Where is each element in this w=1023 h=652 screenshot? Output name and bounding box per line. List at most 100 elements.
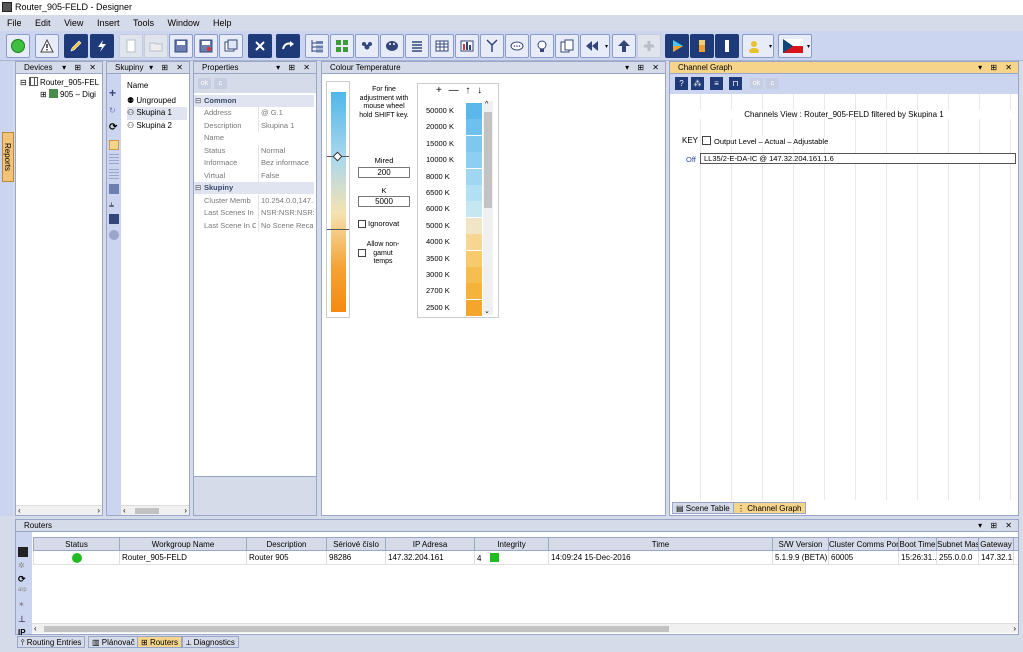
temperature-list-scrollbar[interactable]: ^ ⌄ — [483, 101, 493, 315]
pen-button[interactable] — [715, 34, 739, 58]
col-integrity[interactable]: Integrity — [474, 537, 549, 551]
property-row[interactable]: Last Scenes In NSR:NSR:NSR:NS — [194, 207, 314, 219]
panel-controls[interactable]: ▾ ⊞ ✕ — [62, 62, 99, 74]
temperature-swatch[interactable] — [466, 103, 482, 119]
tab-routing-entries[interactable]: ⫯ Routing Entries — [17, 636, 86, 648]
scroll-down-icon[interactable]: ⌄ — [484, 307, 490, 315]
go-button[interactable] — [6, 34, 30, 58]
temperature-option[interactable]: 2500 K — [426, 303, 450, 312]
monitor-icon[interactable]: ⊥ — [18, 614, 28, 624]
add-button[interactable] — [637, 34, 661, 58]
devices-hscrollbar[interactable]: ‹ › — [16, 505, 102, 515]
language-button[interactable]: ▾ — [778, 34, 812, 58]
settings-icon[interactable]: ✲ — [18, 561, 28, 571]
temperature-swatch[interactable] — [466, 201, 482, 218]
temperature-option[interactable]: 6000 K — [426, 204, 450, 213]
kelvin-input[interactable]: 5000 — [358, 196, 410, 207]
temperature-swatch[interactable] — [466, 267, 482, 283]
user-dropdown-icon[interactable]: ▾ — [769, 43, 772, 50]
menu-window[interactable]: Window — [168, 18, 200, 28]
col-description[interactable]: Description — [246, 537, 327, 551]
list-button[interactable] — [405, 34, 429, 58]
panel-controls[interactable]: ▾ ⊞ ✕ — [978, 520, 1015, 532]
property-row[interactable]: Status Normal — [194, 144, 314, 157]
col-serial[interactable]: Sériové číslo — [326, 537, 386, 551]
property-row[interactable]: Address @ G.1 — [194, 107, 314, 119]
col-boot-time[interactable]: Boot Time — [898, 537, 937, 551]
panel-controls[interactable]: ▾ ⊞ ✕ — [978, 62, 1015, 74]
temperature-option[interactable]: 8000 K — [426, 172, 450, 181]
scene-icon[interactable] — [109, 184, 119, 194]
highlight-icon[interactable] — [109, 140, 119, 150]
col-extra[interactable]: E — [1013, 537, 1018, 551]
group-item-ungrouped[interactable]: ⚉ Ungrouped — [127, 95, 187, 108]
edit-button[interactable] — [64, 34, 88, 58]
panel-controls[interactable]: ▾ ⊞ ✕ — [149, 62, 186, 74]
property-row[interactable]: Description Skupina 1 — [194, 119, 314, 132]
property-row[interactable]: Last Scene In CNo Scene Recalle — [194, 219, 314, 232]
user-button[interactable]: ▾ — [742, 34, 774, 58]
property-row[interactable]: Cluster Memb 10.254.0.0,147.32 — [194, 194, 314, 207]
property-row[interactable]: Name — [194, 132, 314, 144]
temperature-option[interactable]: 3500 K — [426, 254, 450, 263]
scroll-right-icon[interactable]: › — [97, 506, 100, 515]
refresh-icon[interactable]: ⟳ — [18, 574, 28, 584]
tree-item-digi[interactable]: ⊞ 905 – Digi — [20, 89, 99, 101]
graph-icon[interactable] — [109, 214, 119, 224]
temperature-swatch[interactable] — [466, 185, 482, 201]
refresh-icon[interactable]: ⟳ — [109, 122, 119, 133]
bulb-button[interactable] — [530, 34, 554, 58]
copy-window-button[interactable] — [219, 34, 243, 58]
arp-icon[interactable]: arp — [18, 587, 28, 597]
allow-nongamut-checkbox[interactable] — [358, 249, 366, 257]
scroll-left-icon[interactable]: ‹ — [123, 506, 126, 515]
group-item-skupina-2[interactable]: ⚇ Skupina 2 — [127, 120, 187, 133]
group-item-skupina-1[interactable]: ⚇ Skupina 1 — [127, 107, 187, 120]
details-view-icon[interactable] — [109, 169, 119, 179]
panel-controls[interactable]: ▾ ⊞ ✕ — [276, 62, 313, 74]
play-button[interactable] — [665, 34, 689, 58]
temperature-option[interactable]: 2700 K — [426, 286, 450, 295]
levels-icon[interactable]: ⁂ — [691, 77, 704, 90]
scroll-up-icon[interactable]: ^ — [485, 101, 488, 108]
upload-button[interactable] — [612, 34, 636, 58]
scroll-thumb[interactable] — [484, 112, 492, 208]
key-checkbox[interactable] — [702, 136, 711, 145]
temperature-swatch[interactable] — [466, 283, 482, 300]
skupiny-hscrollbar[interactable]: ‹ › — [121, 505, 189, 515]
menu-help[interactable]: Help — [213, 18, 232, 28]
property-row[interactable]: Informace Bez informace — [194, 157, 314, 169]
temperature-swatch[interactable] — [466, 217, 482, 234]
scroll-left-icon[interactable]: ‹ — [34, 624, 37, 633]
delete-button[interactable] — [248, 34, 272, 58]
channel-icon[interactable]: ⫨ — [109, 199, 119, 209]
list-view-icon[interactable] — [109, 154, 119, 164]
scroll-right-icon[interactable]: › — [1013, 624, 1016, 633]
temperature-option[interactable]: 4000 K — [426, 237, 450, 246]
scroll-left-icon[interactable]: ‹ — [18, 506, 21, 515]
col-workgroup[interactable]: Workgroup Name — [119, 537, 247, 551]
temperature-swatch[interactable] — [466, 299, 482, 316]
menu-insert[interactable]: Insert — [97, 18, 120, 28]
open-button[interactable] — [144, 34, 168, 58]
documents-button[interactable] — [555, 34, 579, 58]
palette-button[interactable] — [380, 34, 404, 58]
col-status[interactable]: Status — [33, 537, 120, 551]
document-icon[interactable]: ≡ — [710, 77, 723, 90]
temperature-slider[interactable] — [326, 81, 350, 318]
save-as-button[interactable] — [194, 34, 218, 58]
col-time[interactable]: Time — [548, 537, 773, 551]
tree-button[interactable] — [305, 34, 329, 58]
tab-routers[interactable]: ⊞ Routers — [137, 636, 182, 648]
menu-view[interactable]: View — [64, 18, 83, 28]
col-gateway[interactable]: Gateway — [978, 537, 1014, 551]
temperature-swatch[interactable] — [466, 152, 482, 169]
reports-tab[interactable]: Reports — [2, 132, 14, 182]
network-icon[interactable]: ✶ — [18, 600, 28, 610]
temperature-option[interactable]: 15000 K — [426, 139, 454, 148]
menu-file[interactable]: File — [7, 18, 22, 28]
tab-planovac[interactable]: ▥ Plánovač — [88, 636, 139, 648]
warning-button[interactable] — [35, 34, 59, 58]
tab-diagnostics[interactable]: ⟂ Diagnostics — [182, 636, 239, 648]
ignore-checkbox[interactable] — [358, 220, 366, 228]
